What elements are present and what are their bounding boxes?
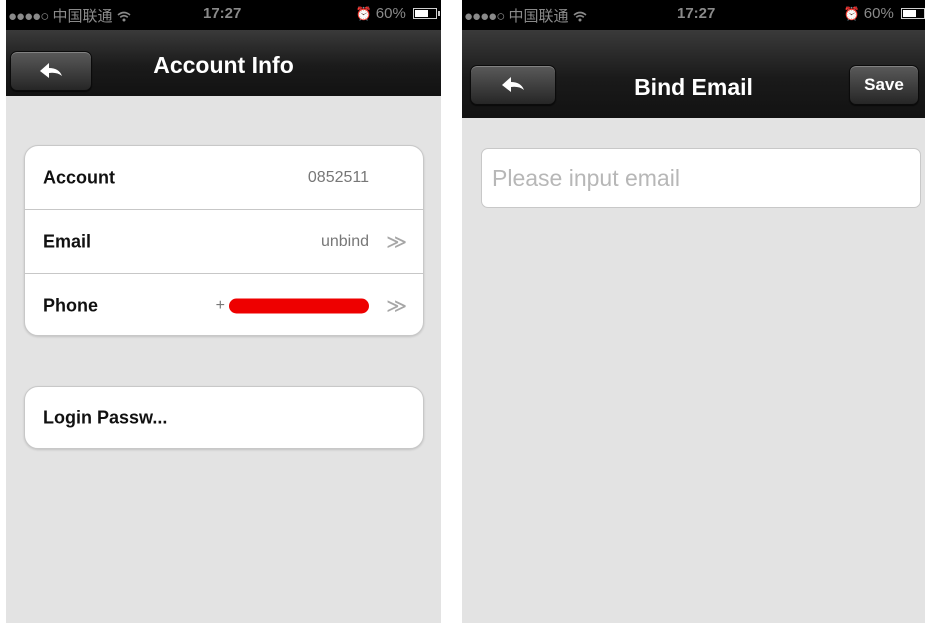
phone-redaction (229, 298, 369, 313)
account-row[interactable]: Account 0852511 (25, 146, 423, 210)
battery-percent: 60% (375, 5, 406, 22)
phone-label: Phone (43, 295, 99, 315)
carrier-info: ●●●●○ 中国联通 (464, 5, 587, 26)
email-row[interactable]: Email unbind ≫ (25, 210, 423, 274)
save-button[interactable]: Save (849, 65, 919, 105)
carrier-info: ●●●●○ 中国联通 (8, 5, 131, 26)
status-bar: ●●●●○ 中国联通 17:27 ⏰ 60% (462, 0, 925, 30)
wifi-icon (117, 8, 131, 25)
status-time: 17:27 (203, 5, 242, 22)
login-password-row[interactable]: Login Passw... (25, 387, 423, 448)
status-bar: ●●●●○ 中国联通 17:27 ⏰ 60% (6, 0, 441, 30)
battery-icon (901, 8, 925, 19)
status-time: 17:27 (677, 5, 716, 22)
email-input[interactable] (481, 148, 921, 208)
email-value: unbind (320, 232, 369, 250)
double-chevron-right-icon: ≫ (386, 295, 407, 317)
carrier-name: 中国联通 (52, 8, 113, 25)
alarm-icon: ⏰ (355, 6, 372, 21)
password-group: Login Passw... (24, 386, 424, 449)
nav-bar: Bind Email Save (462, 30, 925, 118)
wifi-icon (573, 8, 587, 25)
signal-icon: ●●●●○ (464, 8, 505, 25)
battery-percent: 60% (863, 5, 894, 22)
email-label: Email (43, 231, 92, 251)
double-chevron-right-icon: ≫ (386, 231, 407, 253)
page-title: Account Info (153, 52, 294, 78)
account-label: Account (43, 167, 115, 187)
nav-bar: Account Info (6, 30, 441, 96)
battery-status: ⏰ 60% (355, 5, 440, 22)
signal-icon: ●●●●○ (8, 8, 49, 25)
account-info-screen: ●●●●○ 中国联通 17:27 ⏰ 60% Account Info Acco… (6, 0, 441, 623)
carrier-name: 中国联通 (508, 8, 569, 25)
bind-email-screen: ●●●●○ 中国联通 17:27 ⏰ 60% Bind Email Save (462, 0, 925, 623)
phone-prefix: + (215, 296, 225, 314)
account-value: 0852511 (307, 168, 369, 186)
phone-row[interactable]: Phone + ≫ (25, 274, 423, 335)
login-password-label: Login Passw... (43, 407, 168, 427)
battery-icon (413, 8, 440, 19)
alarm-icon: ⏰ (843, 6, 860, 21)
account-details-group: Account 0852511 Email unbind ≫ Phone + ≫ (24, 145, 424, 336)
battery-status: ⏰ 60% (843, 5, 925, 22)
